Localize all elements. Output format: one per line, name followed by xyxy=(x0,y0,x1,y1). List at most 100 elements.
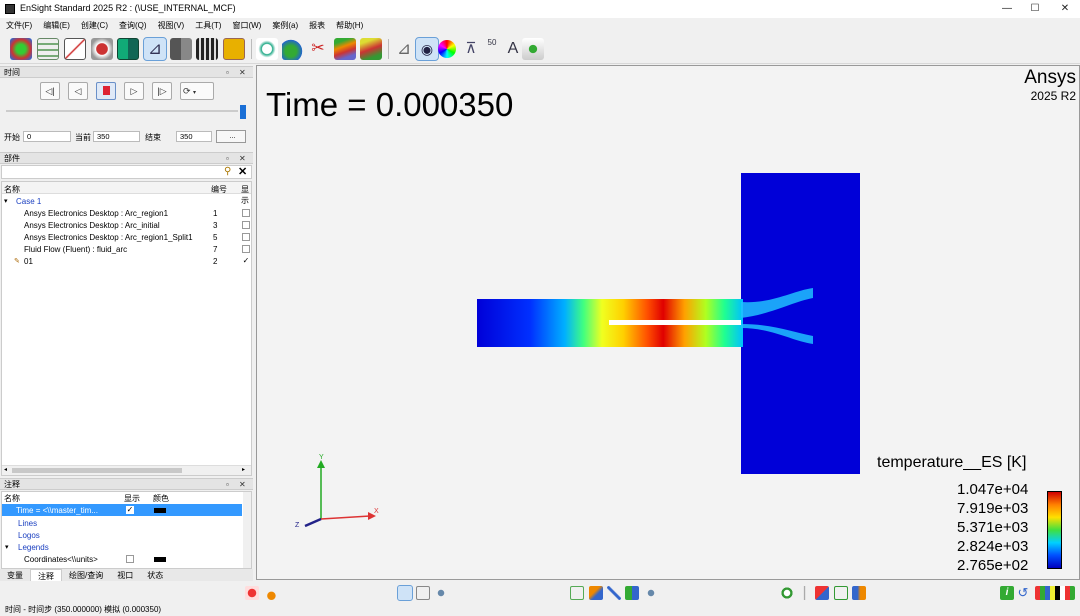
loop-dropdown[interactable]: ⟳ ▾ xyxy=(180,82,214,100)
menu-file[interactable]: 文件(F) xyxy=(6,18,32,34)
annot-group[interactable]: Legends xyxy=(18,543,49,552)
part-name[interactable]: Ansys Electronics Desktop : Arc_region1 xyxy=(24,209,168,218)
menu-query[interactable]: 查询(Q) xyxy=(119,18,147,34)
query-icon[interactable] xyxy=(91,38,113,60)
fit-icon[interactable] xyxy=(852,586,866,600)
menu-report[interactable]: 报表 xyxy=(309,18,325,34)
part-name[interactable]: 01 xyxy=(24,257,33,266)
color-palette-icon[interactable] xyxy=(1035,586,1075,600)
time-slider-handle[interactable] xyxy=(240,105,246,119)
toolbox-icon[interactable] xyxy=(223,38,245,60)
part-visible-checkbox[interactable] xyxy=(242,233,250,241)
annot-item[interactable]: Time = <\\master_tim... xyxy=(16,506,98,515)
translate-icon[interactable] xyxy=(589,586,603,600)
annot-group[interactable]: Lines xyxy=(18,519,37,528)
lightning-icon[interactable] xyxy=(798,586,812,600)
scissors-icon[interactable]: ✂ xyxy=(307,38,329,60)
stop-button[interactable] xyxy=(96,82,116,100)
legend-value: 1.047e+04 xyxy=(957,481,1029,498)
palette-icon[interactable] xyxy=(438,40,456,58)
time-slider-track[interactable] xyxy=(6,110,238,112)
annotation-line-icon[interactable]: ⊿ xyxy=(393,38,415,60)
part-visible-checkbox-checked[interactable]: ✓ xyxy=(242,257,250,265)
last-step-button[interactable]: |▷ xyxy=(152,82,172,100)
record-icon[interactable] xyxy=(245,586,259,600)
menu-tools[interactable]: 工具(T) xyxy=(195,18,221,34)
box-icon[interactable] xyxy=(416,586,430,600)
minimize-button[interactable]: — xyxy=(994,1,1020,16)
color-swatch[interactable] xyxy=(154,557,166,562)
part-name[interactable]: Ansys Electronics Desktop : Arc_initial xyxy=(24,221,160,230)
annot-visible-checkbox[interactable]: ✓ xyxy=(126,506,134,514)
annot-visible-checkbox[interactable] xyxy=(126,555,134,563)
mirror-icon[interactable] xyxy=(815,586,829,600)
menu-edit[interactable]: 编辑(E) xyxy=(43,18,70,34)
part-name[interactable]: Fluid Flow (Fluent) : fluid_arc xyxy=(24,245,127,254)
undo-view-icon[interactable] xyxy=(780,586,794,600)
v-scrollbar[interactable] xyxy=(243,492,251,568)
menu-window[interactable]: 窗口(W) xyxy=(232,18,261,34)
tools-icon[interactable] xyxy=(644,586,658,600)
plot-icon[interactable] xyxy=(64,38,86,60)
camera-icon[interactable] xyxy=(256,38,278,60)
first-step-button[interactable]: ◁| xyxy=(40,82,60,100)
pick-icon[interactable] xyxy=(434,586,448,600)
clear-filter-icon[interactable]: ✕ xyxy=(238,165,247,178)
undock-icon[interactable]: ▫ xyxy=(226,153,229,164)
filter-icon[interactable]: ⚲ xyxy=(224,166,231,177)
part-name[interactable]: Ansys Electronics Desktop : Arc_region1_… xyxy=(24,233,193,242)
zoom-box-icon[interactable] xyxy=(570,586,584,600)
viewport-icon[interactable] xyxy=(117,38,139,60)
step-back-button[interactable]: ◁ xyxy=(68,82,88,100)
pointer-icon[interactable] xyxy=(263,586,277,600)
streamline-icon[interactable] xyxy=(360,38,382,60)
close-button[interactable]: ✕ xyxy=(1052,1,1078,16)
info-icon[interactable]: i xyxy=(1000,586,1014,600)
part-visible-checkbox[interactable] xyxy=(242,221,250,229)
legend-value: 2.765e+02 xyxy=(957,557,1029,574)
logo-icon[interactable] xyxy=(522,38,544,60)
parts-icon[interactable] xyxy=(10,38,32,60)
part-visible-checkbox[interactable] xyxy=(242,245,250,253)
text-icon[interactable]: A xyxy=(502,38,524,60)
book-icon[interactable] xyxy=(170,38,192,60)
drops-icon[interactable] xyxy=(282,38,304,60)
vector-icon[interactable] xyxy=(334,38,356,60)
panel-close-icon[interactable]: ✕ xyxy=(239,153,246,164)
play-button[interactable]: ▷ xyxy=(124,82,144,100)
rotate-mode-icon[interactable] xyxy=(397,585,413,601)
menu-case[interactable]: 案例(a) xyxy=(272,18,298,34)
undock-icon[interactable]: ▫ xyxy=(226,479,229,490)
menu-create[interactable]: 创建(C) xyxy=(81,18,108,34)
menu-help[interactable]: 帮助(H) xyxy=(336,18,363,34)
current-input[interactable]: 350 xyxy=(93,131,140,142)
current-label: 当前 xyxy=(75,133,91,142)
maximize-button[interactable]: ☐ xyxy=(1022,1,1048,16)
number-text-icon[interactable]: 50 xyxy=(481,38,503,60)
eye-icon[interactable]: ◉ xyxy=(415,37,439,61)
annot-item[interactable]: Coordinates<\\units> xyxy=(24,555,98,564)
color-swatch[interactable] xyxy=(154,508,166,513)
expand-icon[interactable]: ▾ xyxy=(5,543,9,551)
flag-icon[interactable] xyxy=(625,586,639,600)
end-input[interactable]: 350 xyxy=(176,131,212,142)
menu-view[interactable]: 视图(V) xyxy=(158,18,185,34)
start-input[interactable]: 0 xyxy=(23,131,71,142)
expand-icon[interactable]: ▾ xyxy=(4,197,8,205)
panel-close-icon[interactable]: ✕ xyxy=(239,479,246,490)
help-cursor-icon[interactable]: ↺ xyxy=(1016,586,1030,600)
part-visible-checkbox[interactable] xyxy=(242,209,250,217)
graphics-viewport[interactable]: Time = 0.000350 Ansys 2025 R2 Y X Z temp… xyxy=(256,65,1080,580)
movie-icon[interactable] xyxy=(196,38,218,60)
table-icon[interactable] xyxy=(37,38,59,60)
h-scrollbar[interactable]: ◂ ▸ xyxy=(2,465,251,475)
reset-icon[interactable] xyxy=(834,586,848,600)
panel-close-icon[interactable]: ✕ xyxy=(239,67,246,78)
annot-group[interactable]: Logos xyxy=(18,531,40,540)
arrow-icon[interactable] xyxy=(607,586,621,600)
case-item[interactable]: Case 1 xyxy=(16,197,41,206)
legend-icon[interactable]: ⊼ xyxy=(460,38,482,60)
more-button[interactable]: ... xyxy=(216,130,246,143)
annotation-icon[interactable]: ⊿ xyxy=(143,37,167,61)
undock-icon[interactable]: ▫ xyxy=(226,67,229,78)
